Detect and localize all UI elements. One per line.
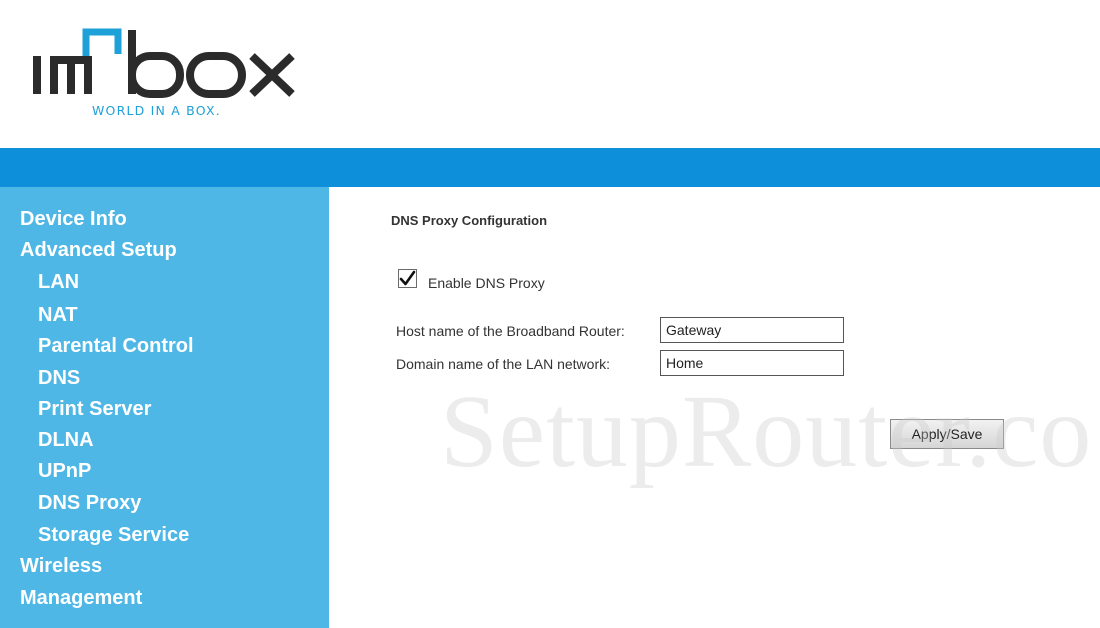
sidebar-item-device-info[interactable]: Device Info (20, 208, 127, 231)
enable-dns-proxy-label: Enable DNS Proxy (428, 275, 545, 291)
sidebar-item-dlna[interactable]: DLNA (38, 429, 94, 452)
header: WORLD IN A BOX. (0, 0, 1100, 148)
main-content: DNS Proxy Configuration Enable DNS Proxy… (329, 187, 1100, 628)
sidebar-item-storage-service[interactable]: Storage Service (38, 524, 189, 547)
page-title: DNS Proxy Configuration (391, 213, 548, 228)
sidebar-item-lan[interactable]: LAN (38, 271, 79, 294)
checkbox-box[interactable] (398, 269, 417, 288)
sidebar-item-print-server[interactable]: Print Server (38, 398, 151, 421)
header-band (0, 148, 1100, 187)
sidebar-item-parental-control[interactable]: Parental Control (38, 335, 194, 358)
sidebar-item-wireless[interactable]: Wireless (20, 555, 102, 578)
domain-name-label: Domain name of the LAN network: (396, 356, 610, 372)
sidebar-nav: Device Info Advanced Setup LAN NAT Paren… (0, 187, 329, 628)
sidebar-item-management[interactable]: Management (20, 587, 142, 610)
host-name-label: Host name of the Broadband Router: (396, 323, 625, 339)
enable-dns-proxy-checkbox[interactable] (398, 269, 419, 290)
sidebar-item-dns[interactable]: DNS (38, 367, 80, 390)
checkmark-icon (399, 270, 416, 286)
sidebar-item-advanced-setup[interactable]: Advanced Setup (20, 239, 177, 262)
host-name-input[interactable] (660, 317, 844, 343)
logo-tagline: WORLD IN A BOX. (92, 103, 221, 118)
apply-save-button[interactable]: Apply/Save (890, 419, 1004, 449)
sidebar-item-upnp[interactable]: UPnP (38, 460, 91, 483)
sidebar-item-nat[interactable]: NAT (38, 304, 78, 327)
sidebar-item-dns-proxy[interactable]: DNS Proxy (38, 492, 141, 515)
domain-name-input[interactable] (660, 350, 844, 376)
